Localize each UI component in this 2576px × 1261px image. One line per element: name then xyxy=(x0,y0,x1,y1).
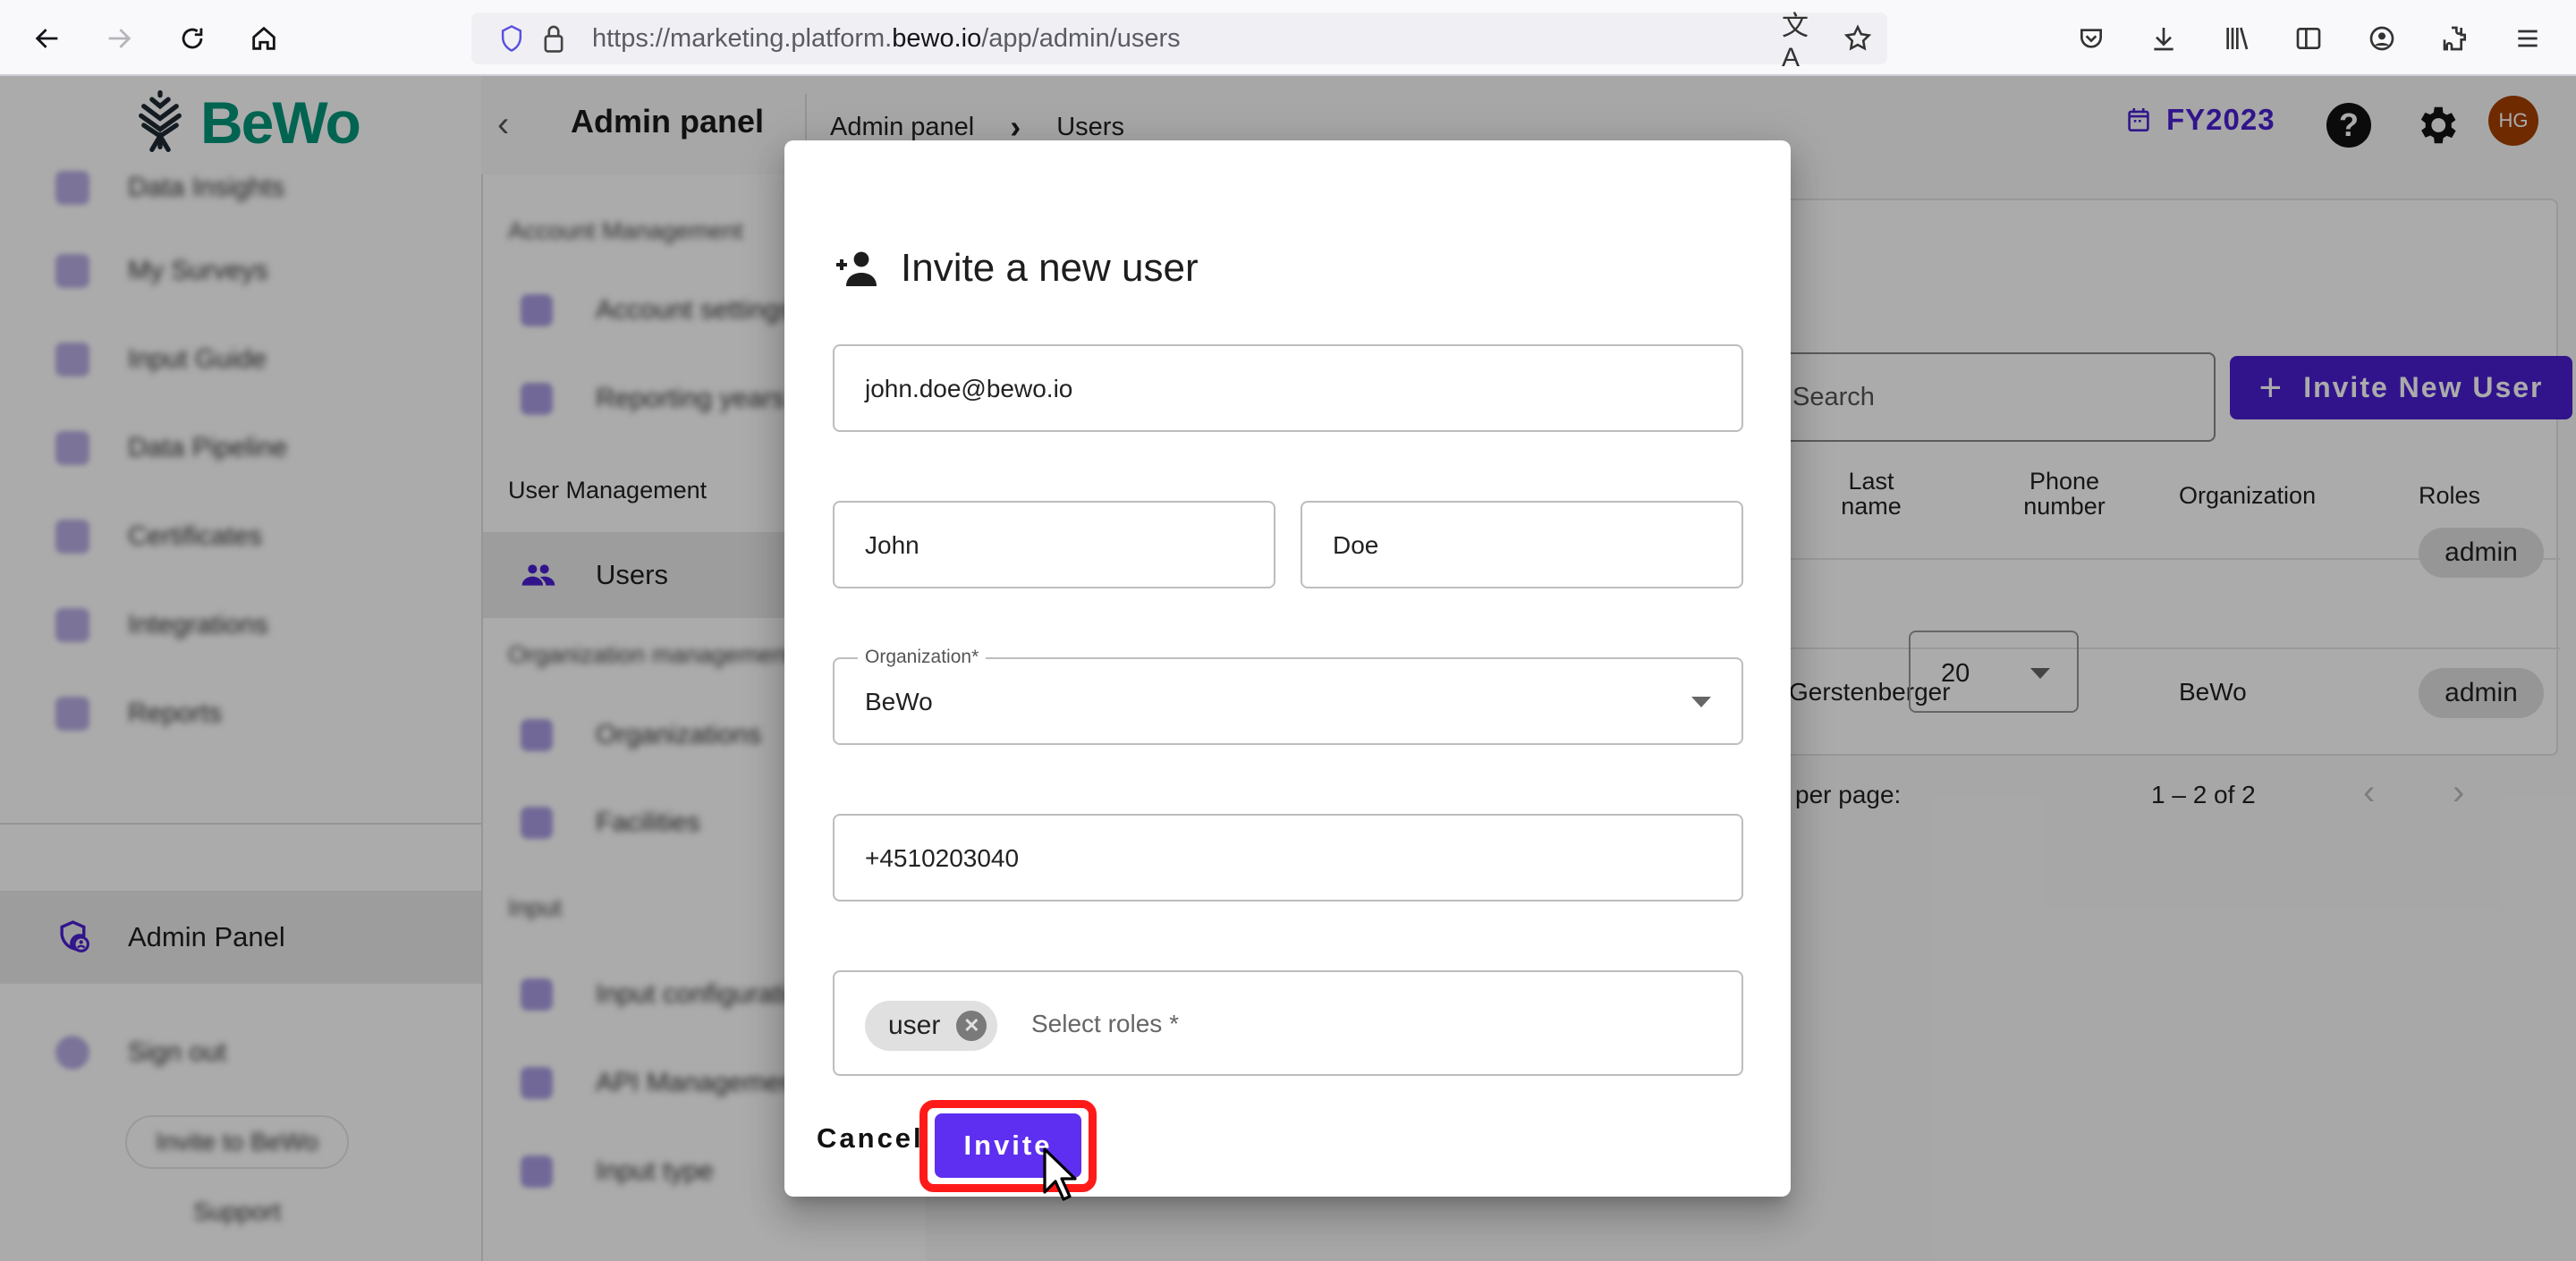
bookmark-button[interactable] xyxy=(1837,18,1878,59)
sidebar-toggle-button[interactable] xyxy=(2288,18,2329,59)
back-button[interactable] xyxy=(27,18,68,59)
translate-icon: 文A xyxy=(1782,12,1809,72)
forward-button[interactable] xyxy=(98,18,140,59)
email-value: john.doe@bewo.io xyxy=(865,375,1073,402)
remove-chip-button[interactable]: ✕ xyxy=(956,1011,987,1041)
organization-label: Organization* xyxy=(858,647,987,668)
home-icon xyxy=(252,26,275,50)
roles-placeholder: Select roles * xyxy=(1031,1010,1179,1037)
pocket-icon xyxy=(2080,29,2102,48)
library-icon xyxy=(2226,27,2249,50)
reload-button[interactable] xyxy=(172,18,213,59)
translate-button[interactable]: 文A xyxy=(1782,12,1823,72)
home-button[interactable] xyxy=(243,18,284,59)
person-add-icon xyxy=(836,251,877,286)
library-button[interactable] xyxy=(2216,18,2257,59)
email-field[interactable]: john.doe@bewo.io xyxy=(833,344,1743,432)
role-chip-label: user xyxy=(888,1011,941,1040)
dialog-title-text: Invite a new user xyxy=(901,246,1199,290)
dialog-title: Invite a new user xyxy=(833,246,1199,291)
roles-select[interactable]: user ✕ Select roles * xyxy=(833,970,1743,1076)
extensions-button[interactable] xyxy=(2435,18,2476,59)
download-icon xyxy=(2154,28,2174,51)
phone-field[interactable]: +4510203040 xyxy=(833,814,1743,901)
arrow-left-icon xyxy=(35,29,58,48)
downloads-button[interactable] xyxy=(2143,18,2184,59)
pocket-button[interactable] xyxy=(2071,18,2112,59)
account-icon xyxy=(2369,26,2394,51)
close-icon: ✕ xyxy=(963,1014,980,1037)
star-icon xyxy=(1843,24,1872,51)
last-name-field[interactable]: Doe xyxy=(1301,501,1743,588)
sidebar-icon xyxy=(2296,28,2321,49)
url-bar[interactable]: https://marketing.platform.bewo.io/app/a… xyxy=(471,12,1887,72)
role-chip-user: user ✕ xyxy=(865,1001,998,1051)
invite-user-dialog: Invite a new user john.doe@bewo.io John … xyxy=(784,140,1791,1197)
lock-icon xyxy=(544,25,564,53)
caret-down-icon xyxy=(1691,697,1711,707)
mouse-cursor-icon xyxy=(1043,1147,1077,1201)
hamburger-icon xyxy=(2518,30,2538,47)
first-name-field[interactable]: John xyxy=(833,501,1275,588)
shield-icon xyxy=(501,25,522,52)
puzzle-icon xyxy=(2443,26,2466,51)
first-name-value: John xyxy=(865,531,919,559)
menu-button[interactable] xyxy=(2507,18,2548,59)
organization-select[interactable]: Organization* BeWo xyxy=(833,647,1743,745)
cancel-button[interactable]: Cancel xyxy=(817,1122,924,1155)
account-button[interactable] xyxy=(2361,18,2402,59)
last-name-value: Doe xyxy=(1333,531,1379,559)
browser-toolbar: https://marketing.platform.bewo.io/app/a… xyxy=(0,0,2576,76)
phone-value: +4510203040 xyxy=(865,844,1020,872)
reload-icon xyxy=(182,28,203,49)
arrow-right-icon xyxy=(108,29,131,48)
url-text: https://marketing.platform.bewo.io/app/a… xyxy=(592,24,1181,53)
organization-value: BeWo xyxy=(865,688,933,715)
